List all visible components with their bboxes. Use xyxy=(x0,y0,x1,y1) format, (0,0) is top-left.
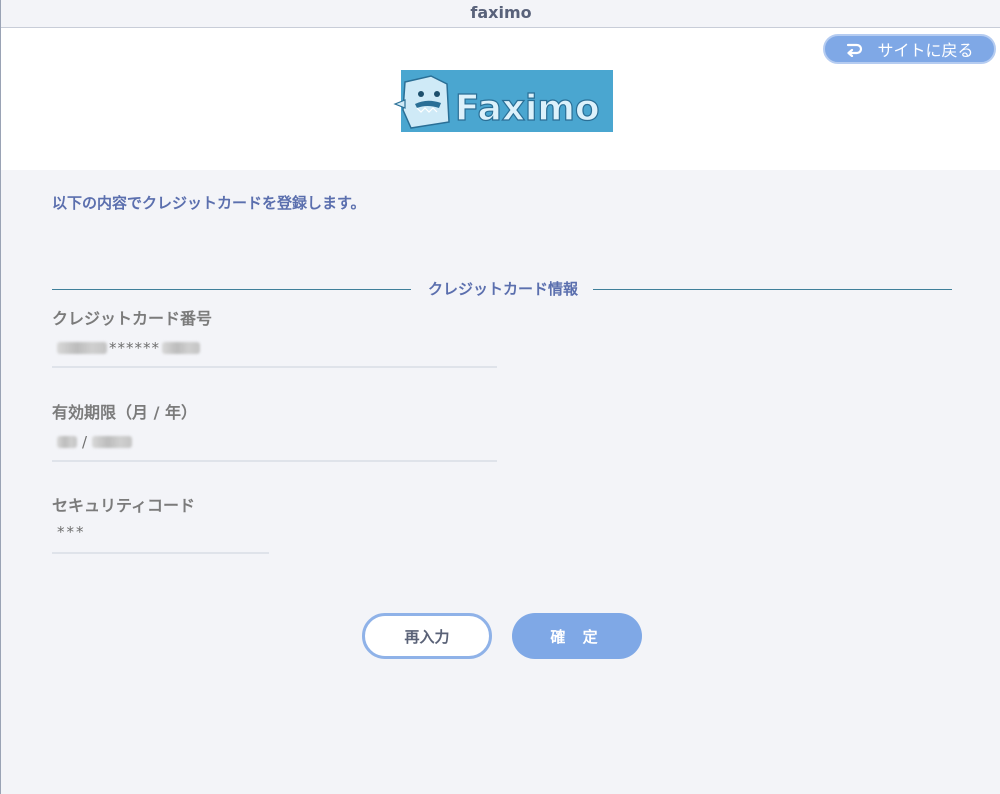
window-title: faximo xyxy=(470,3,532,22)
redacted-text xyxy=(92,436,133,448)
card-number-underline xyxy=(52,366,497,368)
expiry-separator: / xyxy=(82,433,88,451)
expiry-label: 有効期限（月 / 年） xyxy=(52,403,197,422)
card-number-label: クレジットカード番号 xyxy=(52,309,213,328)
redacted-text xyxy=(162,342,200,354)
security-code-label: セキュリティコード xyxy=(52,496,196,515)
redacted-text xyxy=(57,342,107,354)
faximo-logo[interactable]: Faximo xyxy=(391,70,613,132)
logo-wordmark: Faximo xyxy=(455,88,600,129)
section-divider-left xyxy=(52,289,411,290)
confirm-button[interactable]: 確 定 xyxy=(512,613,642,659)
card-number-masked: ****** xyxy=(109,339,160,357)
security-code-underline xyxy=(52,552,269,554)
window-title-bar: faximo xyxy=(1,0,1000,28)
expiry-value: / xyxy=(57,432,133,452)
back-to-site-button[interactable]: サイトに戻る xyxy=(823,34,996,64)
expiry-underline xyxy=(52,460,497,462)
reenter-label: 再入力 xyxy=(404,627,450,646)
redacted-text xyxy=(57,436,77,448)
back-to-site-label: サイトに戻る xyxy=(877,41,974,60)
return-arrow-icon xyxy=(847,43,863,57)
card-number-value: ****** xyxy=(57,338,200,358)
intro-text: 以下の内容でクレジットカードを登録します。 xyxy=(52,194,366,212)
section-title: クレジットカード情報 xyxy=(427,280,578,298)
section-divider-right xyxy=(593,289,952,290)
app-window: faximo サイトに戻る Faximo 以下の内容でクレジットカードを登録しま… xyxy=(0,0,1000,794)
security-code-value: *** xyxy=(57,523,86,541)
page-header: サイトに戻る Faximo xyxy=(1,28,1000,170)
reenter-button[interactable]: 再入力 xyxy=(362,613,492,659)
confirm-label: 確 定 xyxy=(550,627,604,646)
